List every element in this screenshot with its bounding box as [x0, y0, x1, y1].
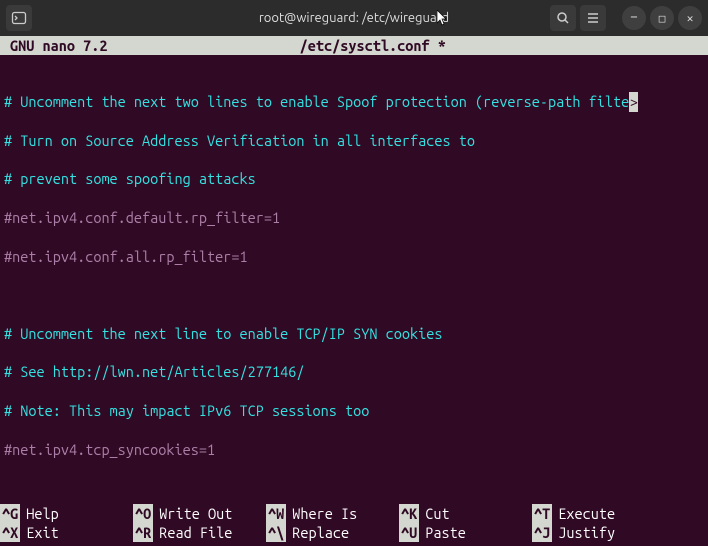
comment-line: # Turn on Source Address Verification in… [0, 131, 708, 150]
nano-header: GNU nano 7.2 /etc/sysctl.conf * [0, 36, 708, 55]
new-tab-button[interactable] [6, 5, 32, 31]
shortcut-help: ^GHelp [0, 504, 133, 523]
maximize-icon: □ [659, 12, 666, 25]
setting-line: #net.ipv4.conf.all.rp_filter=1 [0, 247, 708, 266]
close-icon: ✕ [687, 12, 694, 25]
comment-line: # See http://lwn.net/Articles/277146/ [0, 362, 708, 381]
shortcut-writeout: ^OWrite Out [133, 504, 266, 523]
comment-line: # Uncomment the next two lines to enable… [4, 93, 629, 110]
search-button[interactable] [550, 5, 576, 31]
hamburger-icon [586, 11, 600, 25]
comment-line: # prevent some spoofing attacks [0, 169, 708, 188]
window-title: root@wireguard: /etc/wireguard [259, 11, 449, 25]
shortcut-replace: ^\Replace [266, 523, 399, 542]
shortcut-exit: ^XExit [0, 523, 133, 542]
menu-button[interactable] [580, 5, 606, 31]
editor-content[interactable]: # Uncomment the next two lines to enable… [0, 55, 708, 504]
line-continuation-icon: > [629, 92, 638, 111]
comment-line: # Uncomment the next line to enable TCP/… [0, 324, 708, 343]
nano-shortcuts: ^GHelp ^OWrite Out ^WWhere Is ^KCut ^TEx… [0, 504, 708, 546]
shortcut-paste: ^UPaste [399, 523, 532, 542]
setting-line: #net.ipv4.tcp_syncookies=1 [0, 440, 708, 459]
shortcut-justify: ^JJustify [532, 523, 665, 542]
shortcut-whereis: ^WWhere Is [266, 504, 399, 523]
shortcut-execute: ^TExecute [532, 504, 665, 523]
search-icon [556, 11, 570, 25]
setting-line: #net.ipv4.conf.default.rp_filter=1 [0, 208, 708, 227]
terminal[interactable]: GNU nano 7.2 /etc/sysctl.conf * # Uncomm… [0, 36, 708, 546]
shortcut-readfile: ^RRead File [133, 523, 266, 542]
minimize-icon: ─ [631, 12, 637, 24]
maximize-button[interactable]: □ [650, 6, 674, 30]
window-titlebar: root@wireguard: /etc/wireguard ─ □ ✕ [0, 0, 708, 36]
nano-filename: /etc/sysctl.conf * [47, 36, 698, 55]
minimize-button[interactable]: ─ [622, 6, 646, 30]
terminal-icon [11, 10, 27, 26]
comment-line: # Note: This may impact IPv6 TCP session… [0, 401, 708, 420]
shortcut-cut: ^KCut [399, 504, 532, 523]
close-button[interactable]: ✕ [678, 6, 702, 30]
